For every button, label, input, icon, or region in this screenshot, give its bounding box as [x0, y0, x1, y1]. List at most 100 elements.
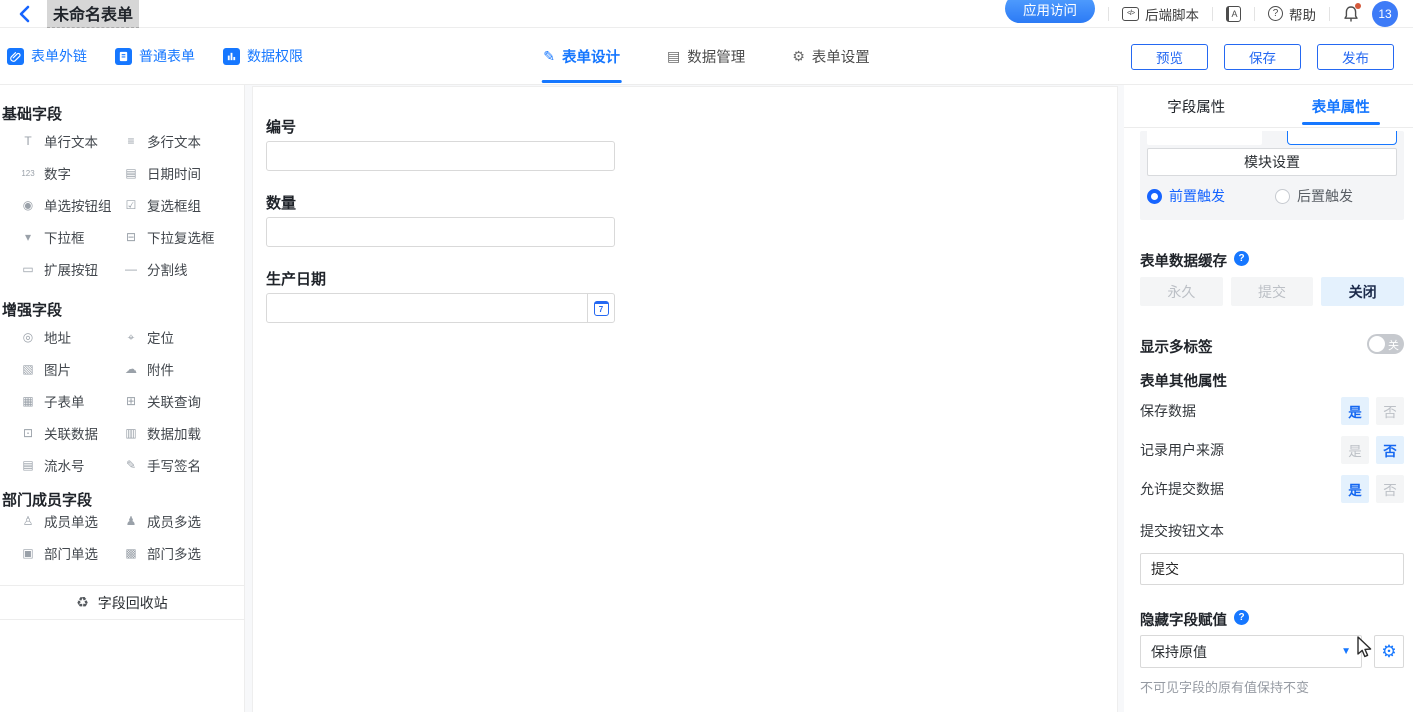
hidden-assign-label-row: 隐藏字段赋值 ? [1140, 609, 1404, 625]
cache-option-close[interactable]: 关闭 [1321, 277, 1404, 306]
back-button[interactable] [14, 4, 34, 24]
help-button[interactable]: ? 帮助 [1268, 4, 1316, 24]
avatar[interactable]: 13 [1372, 1, 1398, 27]
field-item-linked-data[interactable]: ⊡关联数据 [0, 417, 103, 449]
field-item-member-multi[interactable]: ♟成员多选 [103, 505, 244, 537]
pre-trigger-label[interactable]: 前置触发 [1169, 186, 1225, 206]
divider [1329, 7, 1330, 21]
field-item-data-load[interactable]: ▥数据加载 [103, 417, 244, 449]
publish-button[interactable]: 发布 [1317, 44, 1394, 70]
production-date-input[interactable] [267, 294, 587, 322]
field-item-datetime[interactable]: ▤日期时间 [103, 157, 244, 189]
clipped-input[interactable] [1147, 131, 1262, 145]
canvas-field-production-date[interactable]: 生产日期 7 [266, 268, 1117, 323]
backend-script-label: 后端脚本 [1145, 4, 1199, 24]
divider [1108, 7, 1109, 21]
field-item-multi-line-text[interactable]: ≡多行文本 [103, 125, 244, 157]
field-item-department-multi[interactable]: ▩部门多选 [103, 537, 244, 569]
field-item-department-single[interactable]: ▣部门单选 [0, 537, 103, 569]
contacts-button[interactable]: A [1226, 6, 1241, 22]
field-item-serial-number[interactable]: ▤流水号 [0, 449, 103, 481]
field-item-single-line-text[interactable]: T单行文本 [0, 125, 103, 157]
section-enhanced-fields: 增强字段 [0, 299, 244, 315]
cache-option-submit[interactable]: 提交 [1231, 277, 1314, 306]
tab-field-properties[interactable]: 字段属性 [1124, 85, 1269, 127]
submit-text-input[interactable] [1140, 553, 1404, 585]
tab-form-settings-label: 表单设置 [812, 46, 870, 67]
field-item-dropdown-multi[interactable]: ⊟下拉复选框 [103, 221, 244, 253]
field-item-signature[interactable]: ✎手写签名 [103, 449, 244, 481]
save-data-label: 保存数据 [1140, 401, 1196, 421]
hidden-assign-select[interactable]: 保持原值 ▼ [1140, 635, 1362, 668]
field-item-attachment[interactable]: ☁附件 [103, 353, 244, 385]
checkbox-icon: ☑ [123, 198, 139, 212]
field-item-checkbox-group[interactable]: ☑复选框组 [103, 189, 244, 221]
quantity-field-input[interactable] [266, 217, 615, 247]
bar-chart-icon [223, 48, 240, 65]
tab-form-design[interactable]: ✎ 表单设计 [543, 28, 620, 84]
record-user-source-no-button[interactable]: 否 [1376, 436, 1404, 464]
normal-form-button[interactable]: 普通表单 [115, 46, 195, 66]
tab-form-settings[interactable]: ⚙ 表单设置 [792, 28, 870, 84]
field-item-linked-query[interactable]: ⊞关联查询 [103, 385, 244, 417]
field-label: 编号 [266, 116, 1117, 131]
data-permission-label: 数据权限 [247, 46, 303, 66]
save-data-no-button[interactable]: 否 [1376, 397, 1404, 425]
save-button[interactable]: 保存 [1224, 44, 1301, 70]
field-item-address[interactable]: ◎地址 [0, 321, 103, 353]
field-item-label: 成员多选 [147, 511, 201, 531]
save-data-yes-button[interactable]: 是 [1341, 397, 1369, 425]
form-external-link-button[interactable]: 表单外链 [7, 46, 87, 66]
field-item-number[interactable]: 123数字 [0, 157, 103, 189]
calendar-icon: 7 [594, 301, 609, 316]
form-canvas[interactable]: 编号 数量 生产日期 7 [252, 86, 1118, 712]
cache-label: 表单数据缓存 [1140, 250, 1227, 266]
radio-post-trigger[interactable] [1275, 189, 1290, 204]
data-permission-button[interactable]: 数据权限 [223, 46, 303, 66]
canvas-field-number[interactable]: 编号 [266, 116, 1117, 171]
module-settings-button[interactable]: 模块设置 [1147, 148, 1397, 176]
field-item-label: 单选按钮组 [44, 195, 112, 215]
field-item-geolocation[interactable]: ⌖定位 [103, 321, 244, 353]
form-design-icon: ✎ [543, 48, 555, 65]
tab-form-design-label: 表单设计 [562, 46, 620, 67]
multitab-toggle[interactable]: 关 [1367, 334, 1404, 354]
number-field-input[interactable] [266, 141, 615, 171]
record-user-source-yes-button[interactable]: 是 [1341, 436, 1369, 464]
cache-segmented-control: 永久 提交 关闭 [1140, 277, 1404, 306]
field-item-image[interactable]: ▧图片 [0, 353, 103, 385]
tab-form-properties[interactable]: 表单属性 [1269, 85, 1413, 127]
field-item-divider[interactable]: —分割线 [103, 253, 244, 285]
allow-submit-yes-button[interactable]: 是 [1341, 475, 1369, 503]
clipped-row [1147, 131, 1397, 145]
clipped-button[interactable] [1287, 131, 1397, 145]
post-trigger-label[interactable]: 后置触发 [1297, 186, 1353, 206]
form-title[interactable]: 未命名表单 [47, 0, 139, 28]
cache-option-permanent[interactable]: 永久 [1140, 277, 1223, 306]
field-item-member-single[interactable]: ♙成员单选 [0, 505, 103, 537]
hidden-assign-settings-button[interactable]: ⚙ [1374, 635, 1404, 668]
help-circle-icon[interactable]: ? [1234, 610, 1249, 625]
field-item-dropdown[interactable]: ▾下拉框 [0, 221, 103, 253]
tab-data-management[interactable]: ▤ 数据管理 [667, 28, 745, 84]
field-item-extend-button[interactable]: ▭扩展按钮 [0, 253, 103, 285]
field-item-radio-group[interactable]: ◉单选按钮组 [0, 189, 103, 221]
crosshair-icon: ⌖ [123, 330, 139, 345]
notifications-button[interactable] [1343, 5, 1359, 23]
date-picker-button[interactable]: 7 [587, 294, 614, 322]
allow-submit-no-button[interactable]: 否 [1376, 475, 1404, 503]
field-item-label: 子表单 [44, 391, 85, 411]
field-item-subform[interactable]: ▦子表单 [0, 385, 103, 417]
preview-button[interactable]: 预览 [1131, 44, 1208, 70]
toggle-knob [1369, 336, 1385, 352]
field-recycle-bin-button[interactable]: ♻ 字段回收站 [0, 585, 244, 620]
help-circle-icon[interactable]: ? [1234, 251, 1249, 266]
radio-pre-trigger[interactable] [1147, 189, 1162, 204]
backend-script-button[interactable]: </> 后端脚本 [1122, 4, 1199, 24]
dropdown-multi-icon: ⊟ [123, 230, 139, 244]
canvas-field-quantity[interactable]: 数量 [266, 192, 1117, 247]
person-icon: ♙ [20, 514, 36, 528]
date-input-group[interactable]: 7 [266, 293, 615, 323]
app-access-button[interactable]: 应用访问 [1005, 0, 1095, 23]
data-management-icon: ▤ [667, 48, 680, 65]
